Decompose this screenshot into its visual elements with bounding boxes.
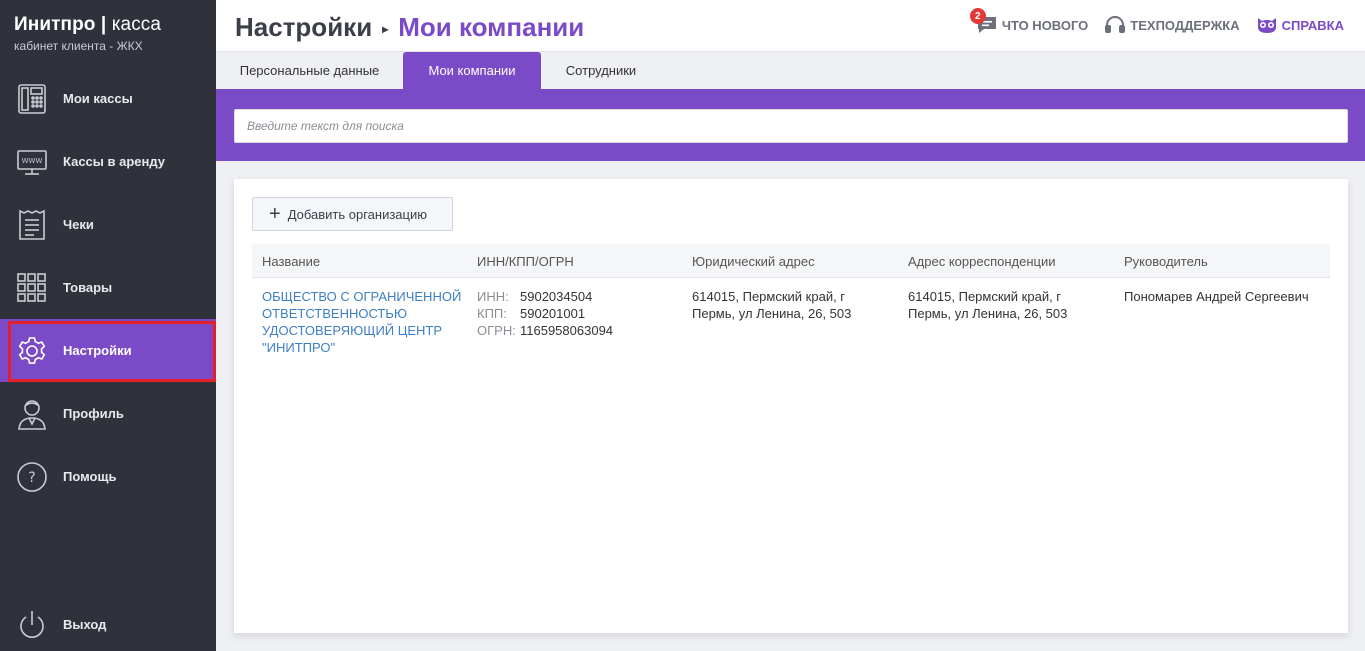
add-organization-label: Добавить организацию: [287, 206, 427, 222]
breadcrumb-root[interactable]: Настройки: [235, 12, 372, 43]
company-name-line: удостоверяющий центр: [262, 323, 443, 338]
table-row[interactable]: Общество с ограниченной ответственностью…: [252, 278, 1330, 368]
table-header: Название ИНН/КПП/ОГРН Юридический адрес …: [252, 244, 1330, 278]
inn-value: 5902034504: [520, 289, 593, 304]
brand-subtitle: кабинет клиента - ЖКХ: [14, 39, 143, 53]
logout-button[interactable]: Выход: [0, 593, 216, 651]
sidebar-item-label: Помощь: [63, 469, 117, 484]
brand-separator: |: [95, 14, 112, 35]
sidebar-item-profile[interactable]: Профиль: [0, 382, 216, 445]
help-label: Справка: [1281, 17, 1344, 33]
power-icon: [16, 608, 48, 642]
cash-register-icon: [16, 82, 48, 116]
brand: Инитпро | касса кабинет клиента - ЖКХ: [14, 14, 161, 53]
sidebar-item-label: Профиль: [63, 406, 124, 421]
receipt-icon: [16, 208, 48, 242]
column-header-reg-codes[interactable]: ИНН/КПП/ОГРН: [477, 244, 574, 278]
sidebar-item-label: Настройки: [63, 343, 132, 358]
whats-new-link[interactable]: 2 Что нового: [969, 8, 1089, 35]
ogrn-value: 1165958063094: [520, 323, 614, 338]
logout-label: Выход: [63, 617, 107, 632]
tab-personal-data[interactable]: Персональные данные: [216, 52, 403, 89]
brand-product: касса: [111, 14, 162, 35]
search-band: [216, 89, 1365, 161]
sidebar: Инитпро | касса кабинет клиента - ЖКХ Мо…: [0, 0, 216, 651]
notification-badge: 2: [969, 8, 986, 24]
brand-name: Инитпро: [14, 14, 96, 35]
sidebar-item-label: Кассы в аренду: [63, 154, 165, 169]
column-header-name[interactable]: Название: [262, 244, 320, 278]
kpp-label: КПП:: [477, 306, 507, 321]
brand-title: Инитпро | касса: [14, 14, 161, 36]
sidebar-item-my-registers[interactable]: Мои кассы: [0, 67, 216, 130]
help-icon: ?: [16, 460, 48, 494]
www-monitor-icon: WWW: [16, 145, 48, 179]
svg-text:WWW: WWW: [22, 157, 43, 165]
header: Настройки ▸ Мои компании 2 Что нового Те…: [216, 0, 1365, 52]
svg-text:?: ?: [28, 470, 35, 486]
column-header-director[interactable]: Руководитель: [1124, 244, 1208, 278]
sidebar-item-settings[interactable]: Настройки: [0, 319, 216, 382]
kpp-line: КПП: 590201001: [477, 305, 682, 322]
inn-line: ИНН: 5902034504: [477, 288, 682, 305]
sidebar-item-label: Товары: [63, 280, 113, 295]
mail-address-line: Пермь, ул Ленина, 26, 503: [908, 306, 1068, 321]
sidebar-item-label: Чеки: [63, 217, 94, 232]
breadcrumb-separator-icon: ▸: [382, 21, 389, 36]
support-label: Техподдержка: [1130, 17, 1240, 33]
sidebar-item-label: Мои кассы: [63, 91, 133, 106]
legal-address-cell: 614015, Пермский край, г Пермь, ул Ленин…: [692, 288, 897, 322]
sidebar-item-help[interactable]: ? Помощь: [0, 445, 216, 508]
inn-label: ИНН:: [477, 289, 509, 304]
kpp-value: 590201001: [520, 306, 586, 321]
legal-address-line: Пермь, ул Ленина, 26, 503: [692, 306, 852, 321]
company-name-line: Общество с ограниченной: [262, 289, 462, 304]
gear-icon: [16, 334, 48, 368]
mail-address-line: 614015, Пермский край, г: [908, 289, 1062, 304]
header-links: 2 Что нового Техподдержка Справка: [960, 8, 1344, 35]
tabs: Персональные данные Мои компании Сотрудн…: [216, 52, 1365, 89]
whats-new-label: Что нового: [1001, 17, 1089, 33]
column-header-mail-address[interactable]: Адрес корреспонденции: [908, 244, 1056, 278]
add-organization-button[interactable]: + Добавить организацию: [252, 197, 453, 231]
breadcrumb: Настройки ▸ Мои компании: [235, 12, 584, 43]
sidebar-item-rent-registers[interactable]: WWW Кассы в аренду: [0, 130, 216, 193]
reg-codes-cell: ИНН: 5902034504 КПП: 590201001 ОГРН: 116595…: [477, 288, 682, 339]
search-input[interactable]: [234, 109, 1348, 143]
tab-my-companies[interactable]: Мои компании: [403, 52, 541, 89]
sidebar-item-receipts[interactable]: Чеки: [0, 193, 216, 256]
page-title: Мои компании: [398, 12, 585, 42]
sidebar-item-goods[interactable]: Товары: [0, 256, 216, 319]
ogrn-line: ОГРН: 1165958063094: [477, 322, 682, 339]
legal-address-line: 614015, Пермский край, г: [692, 289, 846, 304]
support-link[interactable]: Техподдержка: [1104, 15, 1240, 35]
director-cell: Пономарев Андрей Сергеевич: [1124, 289, 1309, 304]
headset-icon: [1105, 16, 1126, 33]
company-name-line: ответственностью: [262, 306, 408, 321]
grid-icon: [16, 271, 48, 305]
company-name-link[interactable]: Общество с ограниченной ответственностью…: [262, 288, 467, 356]
company-name-line: "ИНИТПРО": [262, 340, 336, 355]
owl-icon: [1257, 18, 1276, 33]
plus-icon: +: [269, 203, 281, 225]
help-link[interactable]: Справка: [1256, 15, 1344, 35]
ogrn-label: ОГРН:: [477, 323, 516, 338]
column-header-legal-address[interactable]: Юридический адрес: [692, 244, 815, 278]
mail-address-cell: 614015, Пермский край, г Пермь, ул Ленин…: [908, 288, 1113, 322]
companies-card: + Добавить организацию Название ИНН/КПП/…: [234, 179, 1348, 633]
tab-employees[interactable]: Сотрудники: [541, 52, 661, 89]
user-icon: [16, 397, 48, 431]
